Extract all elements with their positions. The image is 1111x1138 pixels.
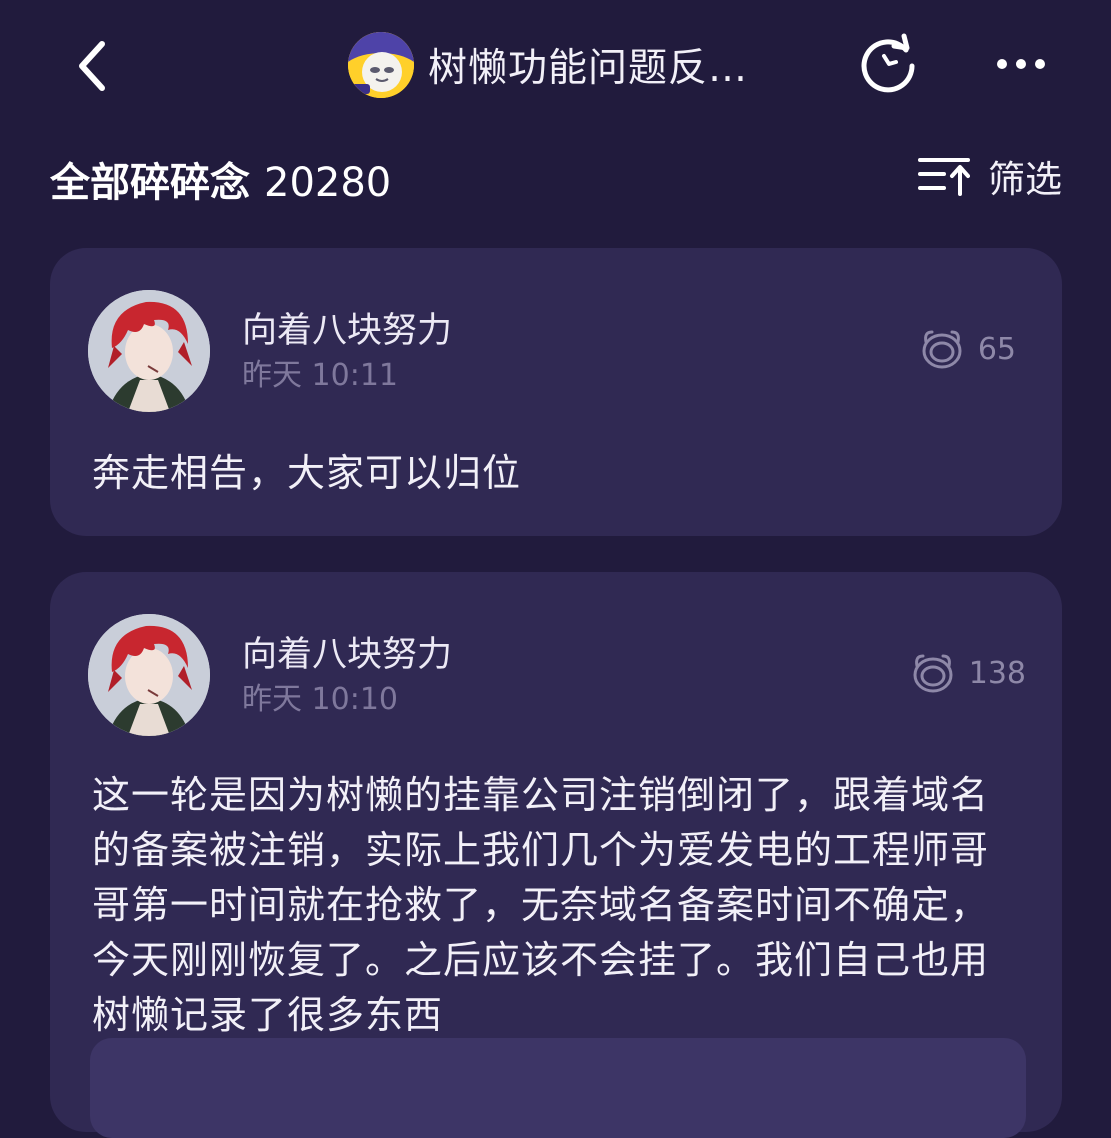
chevron-left-icon (79, 41, 105, 91)
post-author[interactable]: 向着八块努力 (242, 626, 452, 677)
views-count: 138 (968, 655, 1026, 691)
topic-title-wrap: 树懒功能问题反… (348, 30, 748, 100)
sort-icon (918, 158, 970, 196)
post-card[interactable]: 向着八块努力 昨天 10:10 138 这一轮是因为树懒的挂靠公司注销倒闭了，跟… (50, 572, 1062, 1138)
view-count-icon (922, 330, 962, 369)
filter-label: 筛选 (988, 158, 1062, 201)
post-author[interactable]: 向着八块努力 (242, 302, 452, 353)
post-views: 138 (909, 650, 1026, 696)
avatar[interactable] (88, 290, 210, 412)
sloth-logo-icon (348, 32, 414, 98)
back-button[interactable] (62, 30, 122, 102)
top-bar: 树懒功能问题反… (0, 0, 1111, 130)
filter-button[interactable]: 筛选 (918, 148, 1062, 204)
more-horizontal-icon (997, 59, 1045, 69)
posts-count: 20280 (264, 160, 392, 206)
post-content: 奔走相告，大家可以归位 (92, 451, 522, 495)
view-count-icon (913, 654, 953, 693)
more-button[interactable] (990, 40, 1054, 88)
refresh-button[interactable] (856, 32, 920, 96)
posts-label: 全部碎碎念 (50, 160, 250, 206)
attachment-preview[interactable] (90, 1038, 1026, 1138)
post-views: 65 (918, 326, 1016, 372)
avatar[interactable] (88, 614, 210, 736)
refresh-icon (861, 33, 915, 93)
views-count: 65 (977, 331, 1016, 367)
posts-count-title: 全部碎碎念 20280 (50, 150, 391, 208)
post-time: 昨天 10:10 (242, 682, 398, 717)
posts-header: 全部碎碎念 20280 筛选 (50, 146, 1062, 206)
topic-title: 树懒功能问题反… (428, 46, 749, 91)
post-card[interactable]: 向着八块努力 昨天 10:11 65 奔走相告，大家可以归位 (50, 248, 1062, 536)
post-time: 昨天 10:11 (242, 358, 398, 393)
post-content: 这一轮是因为树懒的挂靠公司注销倒闭了，跟着域名的备案被注销，实际上我们几个为爱发… (92, 773, 990, 1037)
